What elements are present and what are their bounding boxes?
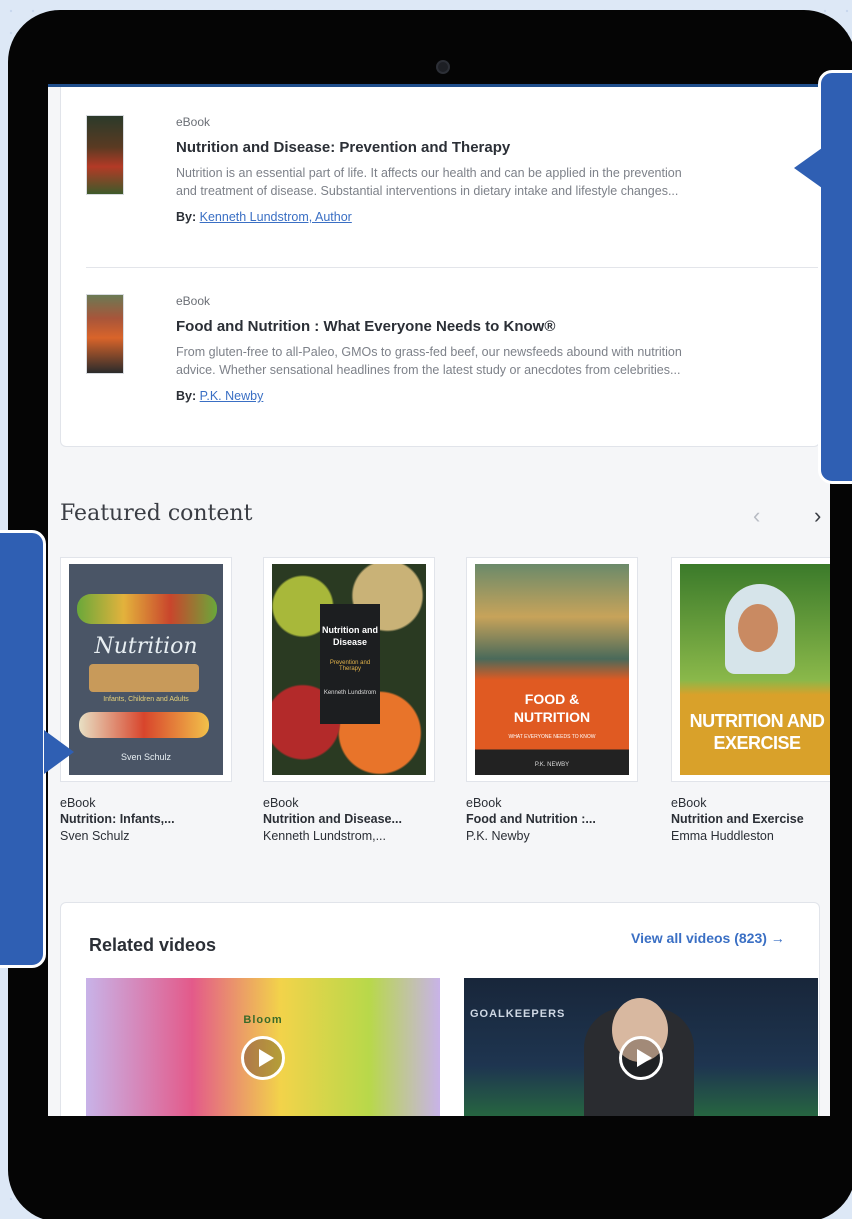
search-results-card: eBook Nutrition and Disease: Prevention … [60,87,821,447]
featured-content-heading: Featured content [60,501,253,526]
book-author: P.K. Newby [466,829,530,843]
callout-pointer [44,730,74,774]
book-title[interactable]: Nutrition and Exercise [671,812,830,826]
chevron-left-icon[interactable]: ‹ [753,503,760,529]
book-author: Emma Huddleston [671,829,774,843]
by-label: By: [176,210,197,224]
book-type: eBook [60,796,96,810]
book-cover: FOOD & NUTRITION WHAT EVERYONE NEEDS TO … [475,564,629,775]
cover-title: FOOD & NUTRITION [513,691,591,725]
chevron-right-icon[interactable]: › [814,503,821,529]
book-thumbnail[interactable] [86,115,124,195]
by-label: By: [176,389,197,403]
cover-title: Nutrition [94,634,198,659]
book-title[interactable]: Nutrition: Infants,... [60,812,232,826]
video-thumbnail-label: GOALKEEPERS [470,1008,566,1020]
author-link[interactable]: Kenneth Lundstrom, Author [200,210,352,224]
cover-author: Kenneth Lundstrom [323,690,377,696]
cover-subtitle: Infants, Children and Adults [103,696,189,703]
book-thumbnail[interactable] [86,294,124,374]
book-author: Sven Schulz [60,829,130,843]
screen: eBook Nutrition and Disease: Prevention … [48,84,830,1116]
camera-icon [436,60,450,74]
featured-book-card[interactable]: NUTRITION AND EXERCISE eBook Nutrition a… [671,557,830,843]
result-type: eBook [176,115,211,129]
book-author: Kenneth Lundstrom,... [263,829,386,843]
featured-book-card[interactable]: FOOD & NUTRITION WHAT EVERYONE NEEDS TO … [466,557,638,843]
view-all-videos-link[interactable]: View all videos (823) → [631,930,785,946]
featured-book-card[interactable]: Nutrition and Disease Prevention and The… [263,557,435,843]
author-link[interactable]: P.K. Newby [200,389,264,403]
cover-author: P.K. NEWBY [534,762,570,768]
book-cover-frame[interactable]: FOOD & NUTRITION WHAT EVERYONE NEEDS TO … [466,557,638,782]
book-cover: Nutrition Infants, Children and Adults S… [69,564,223,775]
related-videos-card: Related videos View all videos (823) → B… [60,902,820,1116]
book-cover-frame[interactable]: Nutrition Infants, Children and Adults S… [60,557,232,782]
book-title[interactable]: Nutrition and Disease... [263,812,435,826]
result-description: Nutrition is an essential part of life. … [176,166,682,180]
cover-subtitle: Prevention and Therapy [329,660,371,672]
featured-book-card[interactable]: Nutrition Infants, Children and Adults S… [60,557,232,843]
book-cover-frame[interactable]: NUTRITION AND EXERCISE [671,557,830,782]
cover-author: Sven Schulz [120,752,172,762]
book-title[interactable]: Food and Nutrition :... [466,812,638,826]
video-thumbnail-label: Bloom [243,1014,283,1026]
result-byline: By: P.K. Newby [176,389,816,403]
book-type: eBook [671,796,707,810]
result-title[interactable]: Food and Nutrition : What Everyone Needs… [176,318,816,335]
cover-title: NUTRITION AND EXERCISE [689,711,825,753]
book-type: eBook [466,796,502,810]
result-description: and treatment of disease. Substantial in… [176,184,679,198]
book-type: eBook [263,796,299,810]
callout-pointer [794,148,822,188]
result-description: advice. Whether sensational headlines fr… [176,363,681,377]
related-videos-heading: Related videos [89,935,217,955]
cover-title: Nutrition and Disease [322,625,378,647]
result-type: eBook [176,294,211,308]
book-cover: Nutrition and Disease Prevention and The… [272,564,426,775]
book-cover-frame[interactable]: Nutrition and Disease Prevention and The… [263,557,435,782]
callout-bubble [818,70,852,484]
book-cover: NUTRITION AND EXERCISE [680,564,830,775]
callout-bubble [0,530,46,968]
cover-subtitle: WHAT EVERYONE NEEDS TO KNOW [508,734,596,740]
video-thumbnail[interactable]: GOALKEEPERS [464,978,818,1116]
video-thumbnail[interactable]: Bloom [86,978,440,1116]
divider [86,267,821,268]
result-description: From gluten-free to all-Paleo, GMOs to g… [176,345,682,359]
play-icon[interactable] [619,1036,663,1080]
result-byline: By: Kenneth Lundstrom, Author [176,210,816,224]
result-title[interactable]: Nutrition and Disease: Prevention and Th… [176,139,816,156]
play-icon[interactable] [241,1036,285,1080]
